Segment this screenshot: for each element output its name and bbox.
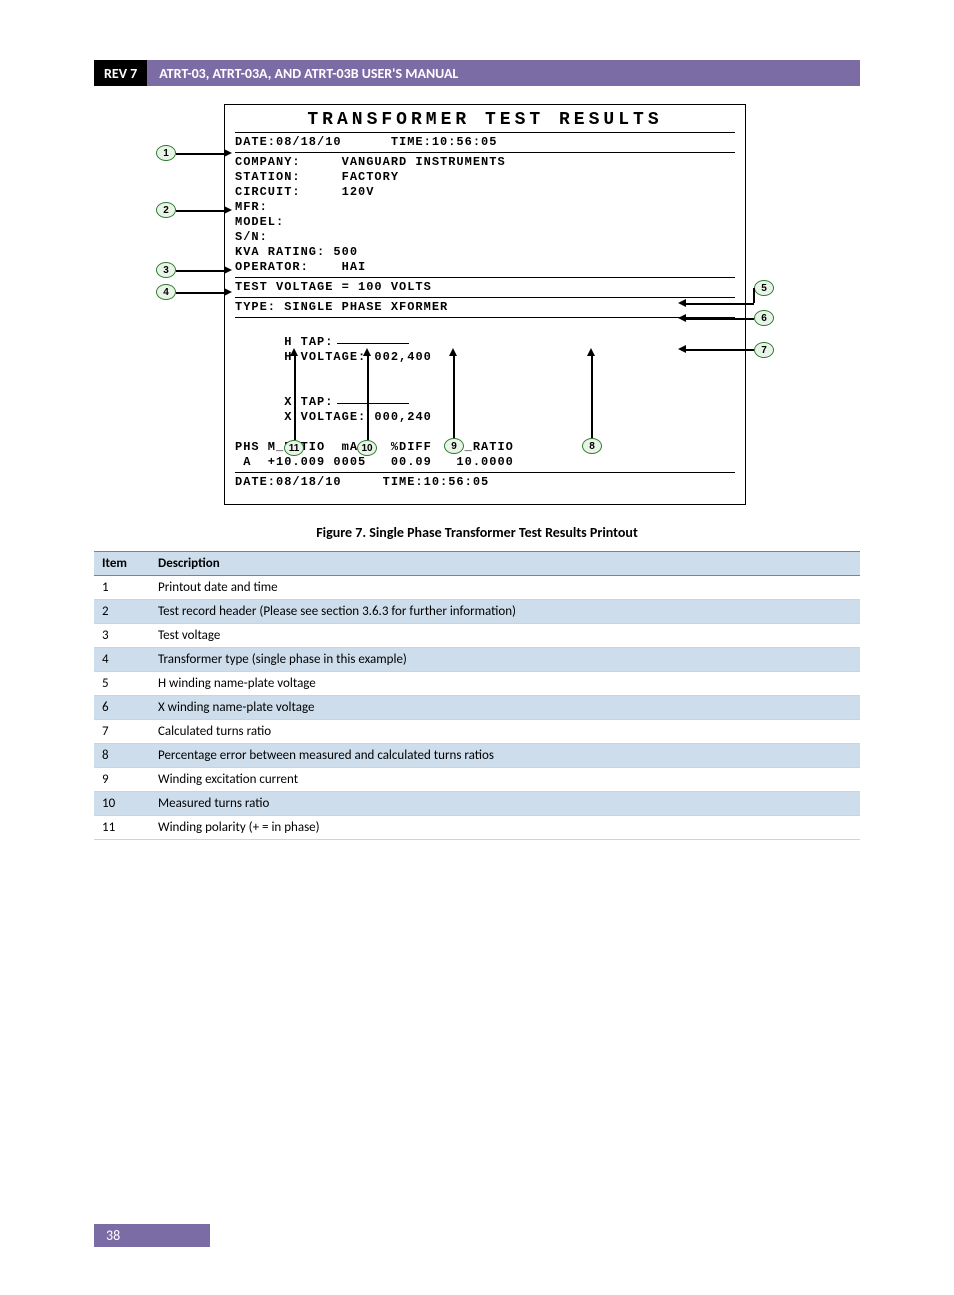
- table-row: 2Test record header (Please see section …: [94, 600, 860, 624]
- row-sn: S/N:: [235, 230, 735, 245]
- table-row: 5H winding name-plate voltage: [94, 672, 860, 696]
- row-operator: OPERATOR: HAI: [235, 260, 735, 275]
- bubble-1: 1: [156, 145, 176, 161]
- page-header: REV 7 ATRT-03, ATRT-03A, AND ATRT-03B US…: [94, 60, 860, 86]
- row-xtap: X TAP: X VOLTAGE: 000,240: [235, 380, 735, 440]
- bubble-2: 2: [156, 202, 176, 218]
- cell-item: 6: [94, 696, 150, 720]
- cell-desc: Test voltage: [150, 624, 860, 648]
- blank-line: [337, 399, 409, 404]
- cell-desc: Test record header (Please see section 3…: [150, 600, 860, 624]
- rev-box: REV 7: [94, 60, 147, 86]
- th-desc: Description: [150, 552, 860, 576]
- row-date: DATE:08/18/10 TIME:10:56:05: [235, 135, 735, 150]
- table-row: 9Winding excitation current: [94, 768, 860, 792]
- row-circuit: CIRCUIT: 120V: [235, 185, 735, 200]
- row-model: MODEL:: [235, 215, 735, 230]
- table-row: 10Measured turns ratio: [94, 792, 860, 816]
- row-footer: DATE:08/18/10 TIME:10:56:05: [235, 475, 735, 490]
- row-kva: KVA RATING: 500: [235, 245, 735, 260]
- cell-item: 11: [94, 816, 150, 840]
- x-voltage: X VOLTAGE: 000,240: [284, 410, 432, 424]
- bubble-5: 5: [754, 280, 774, 296]
- page-number: 38: [94, 1224, 210, 1247]
- cell-item: 7: [94, 720, 150, 744]
- table-row: 7Calculated turns ratio: [94, 720, 860, 744]
- cell-item: 4: [94, 648, 150, 672]
- cell-desc: Measured turns ratio: [150, 792, 860, 816]
- th-item: Item: [94, 552, 150, 576]
- table-row: 11Winding polarity (+ = in phase): [94, 816, 860, 840]
- bubble-3: 3: [156, 262, 176, 278]
- h-voltage: H VOLTAGE: 002,400: [284, 350, 432, 364]
- cell-item: 8: [94, 744, 150, 768]
- bubble-7: 7: [754, 342, 774, 358]
- figure-caption: Figure 7. Single Phase Transformer Test …: [0, 524, 954, 541]
- table-row: 3Test voltage: [94, 624, 860, 648]
- row-type: TYPE: SINGLE PHASE XFORMER: [235, 300, 735, 315]
- table-row: 8Percentage error between measured and c…: [94, 744, 860, 768]
- table-row: 6X winding name-plate voltage: [94, 696, 860, 720]
- bubble-10: 10: [357, 440, 377, 456]
- table-row: 1Printout date and time: [94, 576, 860, 600]
- figure-area: TRANSFORMER TEST RESULTS DATE:08/18/10 T…: [94, 104, 860, 484]
- bubble-8: 8: [582, 438, 602, 454]
- blank-line: [337, 339, 409, 344]
- cell-desc: Winding polarity (+ = in phase): [150, 816, 860, 840]
- cell-desc: X winding name-plate voltage: [150, 696, 860, 720]
- cell-desc: H winding name-plate voltage: [150, 672, 860, 696]
- cell-item: 1: [94, 576, 150, 600]
- bubble-4: 4: [156, 284, 176, 300]
- row-mfr: MFR:: [235, 200, 735, 215]
- cell-item: 10: [94, 792, 150, 816]
- cell-desc: Winding excitation current: [150, 768, 860, 792]
- cell-desc: Percentage error between measured and ca…: [150, 744, 860, 768]
- row-testv: TEST VOLTAGE = 100 VOLTS: [235, 280, 735, 295]
- cell-item: 5: [94, 672, 150, 696]
- cell-item: 2: [94, 600, 150, 624]
- xtap-label: X TAP:: [284, 395, 333, 409]
- table-row: 4Transformer type (single phase in this …: [94, 648, 860, 672]
- description-table: Item Description 1Printout date and time…: [94, 551, 860, 840]
- htap-label: H TAP:: [284, 335, 333, 349]
- cell-item: 3: [94, 624, 150, 648]
- cell-desc: Transformer type (single phase in this e…: [150, 648, 860, 672]
- row-company: COMPANY: VANGUARD INSTRUMENTS: [235, 155, 735, 170]
- bubble-9: 9: [444, 438, 464, 454]
- cell-desc: Calculated turns ratio: [150, 720, 860, 744]
- cell-desc: Printout date and time: [150, 576, 860, 600]
- cell-item: 9: [94, 768, 150, 792]
- bubble-6: 6: [754, 310, 774, 326]
- row-cols: PHS M_RATIO mA %DIFF C_RATIO: [235, 440, 735, 455]
- row-htap: H TAP: H VOLTAGE: 002,400: [235, 320, 735, 380]
- printout-title: TRANSFORMER TEST RESULTS: [235, 113, 735, 128]
- header-title: ATRT-03, ATRT-03A, AND ATRT-03B USER'S M…: [147, 60, 860, 86]
- row-vals: A +10.009 0005 00.09 10.0000: [235, 455, 735, 470]
- bubble-11: 11: [284, 440, 304, 456]
- row-station: STATION: FACTORY: [235, 170, 735, 185]
